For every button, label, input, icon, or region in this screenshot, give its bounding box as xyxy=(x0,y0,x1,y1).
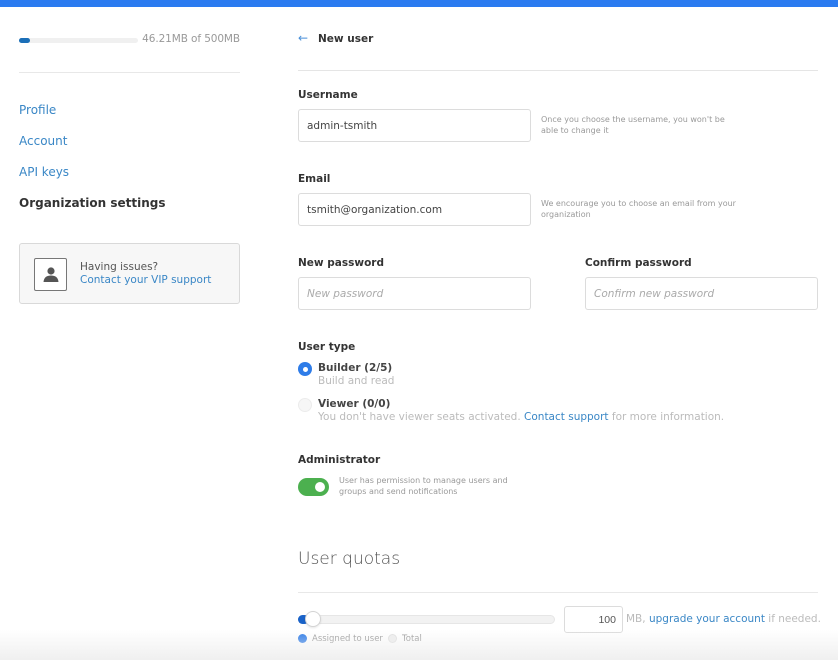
sidebar-item-organization-settings[interactable]: Organization settings xyxy=(19,194,240,225)
viewer-description: You don't have viewer seats activated. C… xyxy=(318,411,724,423)
top-accent-bar xyxy=(0,0,838,7)
storage-usage-text: 46.21MB of 500MB xyxy=(142,33,240,45)
sidebar-item-api-keys[interactable]: API keys xyxy=(19,163,240,194)
email-input[interactable] xyxy=(298,193,531,226)
administrator-hint: User has permission to manage users and … xyxy=(339,476,508,496)
quota-slider-thumb[interactable] xyxy=(305,611,322,627)
support-title: Having issues? xyxy=(80,261,159,273)
username-label: Username xyxy=(298,89,358,101)
username-hint: Once you choose the username, you won't … xyxy=(541,115,725,135)
quota-suffix: if needed. xyxy=(768,613,821,625)
legend-assigned-label: Assigned to user xyxy=(312,634,383,644)
contact-support-link[interactable]: Contact support xyxy=(524,411,609,423)
administrator-label: Administrator xyxy=(298,454,381,466)
email-label: Email xyxy=(298,173,331,185)
support-box: Having issues? Contact your VIP support xyxy=(19,243,240,304)
builder-description: Build and read xyxy=(318,375,395,387)
quota-slider-track[interactable] xyxy=(298,615,555,624)
page-title: New user xyxy=(318,33,374,45)
arrow-left-icon[interactable]: ← xyxy=(298,31,308,45)
username-input[interactable] xyxy=(298,109,531,142)
legend-total-label: Total xyxy=(402,634,422,644)
user-quotas-title: User quotas xyxy=(298,549,401,569)
user-icon xyxy=(34,258,67,291)
contact-vip-support-link[interactable]: Contact your VIP support xyxy=(80,274,211,286)
page-header: ← New user xyxy=(298,7,818,71)
builder-radio[interactable] xyxy=(298,362,312,376)
quotas-divider xyxy=(298,592,818,593)
storage-usage: 46.21MB of 500MB xyxy=(19,7,240,73)
quota-unit: MB, xyxy=(626,613,646,625)
viewer-description-text: You don't have viewer seats activated. xyxy=(318,411,521,423)
new-password-label: New password xyxy=(298,257,384,269)
sidebar-item-account[interactable]: Account xyxy=(19,132,240,163)
viewer-radio[interactable] xyxy=(298,398,312,412)
viewer-radio-label: Viewer (0/0) xyxy=(318,398,391,410)
storage-progress-bar xyxy=(19,38,138,43)
quota-unit-text: MB, upgrade your account if needed. xyxy=(626,613,821,625)
email-hint: We encourage you to choose an email from… xyxy=(541,199,736,219)
builder-radio-label[interactable]: Builder (2/5) xyxy=(318,362,392,374)
quota-value-input[interactable] xyxy=(564,606,623,633)
confirm-password-label: Confirm password xyxy=(585,257,692,269)
confirm-password-input[interactable] xyxy=(585,277,818,310)
administrator-toggle[interactable] xyxy=(298,478,329,496)
viewer-description-suffix: for more information. xyxy=(611,411,725,423)
legend-dot-total xyxy=(388,634,397,643)
legend-dot-assigned xyxy=(298,634,307,643)
user-type-label: User type xyxy=(298,341,356,353)
upgrade-account-link[interactable]: upgrade your account xyxy=(649,613,765,625)
new-password-input[interactable] xyxy=(298,277,531,310)
new-user-form: ← New user xyxy=(298,7,818,71)
sidebar-item-profile[interactable]: Profile xyxy=(19,101,240,132)
settings-nav: Profile Account API keys Organization se… xyxy=(19,101,240,225)
sidebar: 46.21MB of 500MB Profile Account API key… xyxy=(19,7,240,304)
storage-progress-fill xyxy=(19,38,30,43)
